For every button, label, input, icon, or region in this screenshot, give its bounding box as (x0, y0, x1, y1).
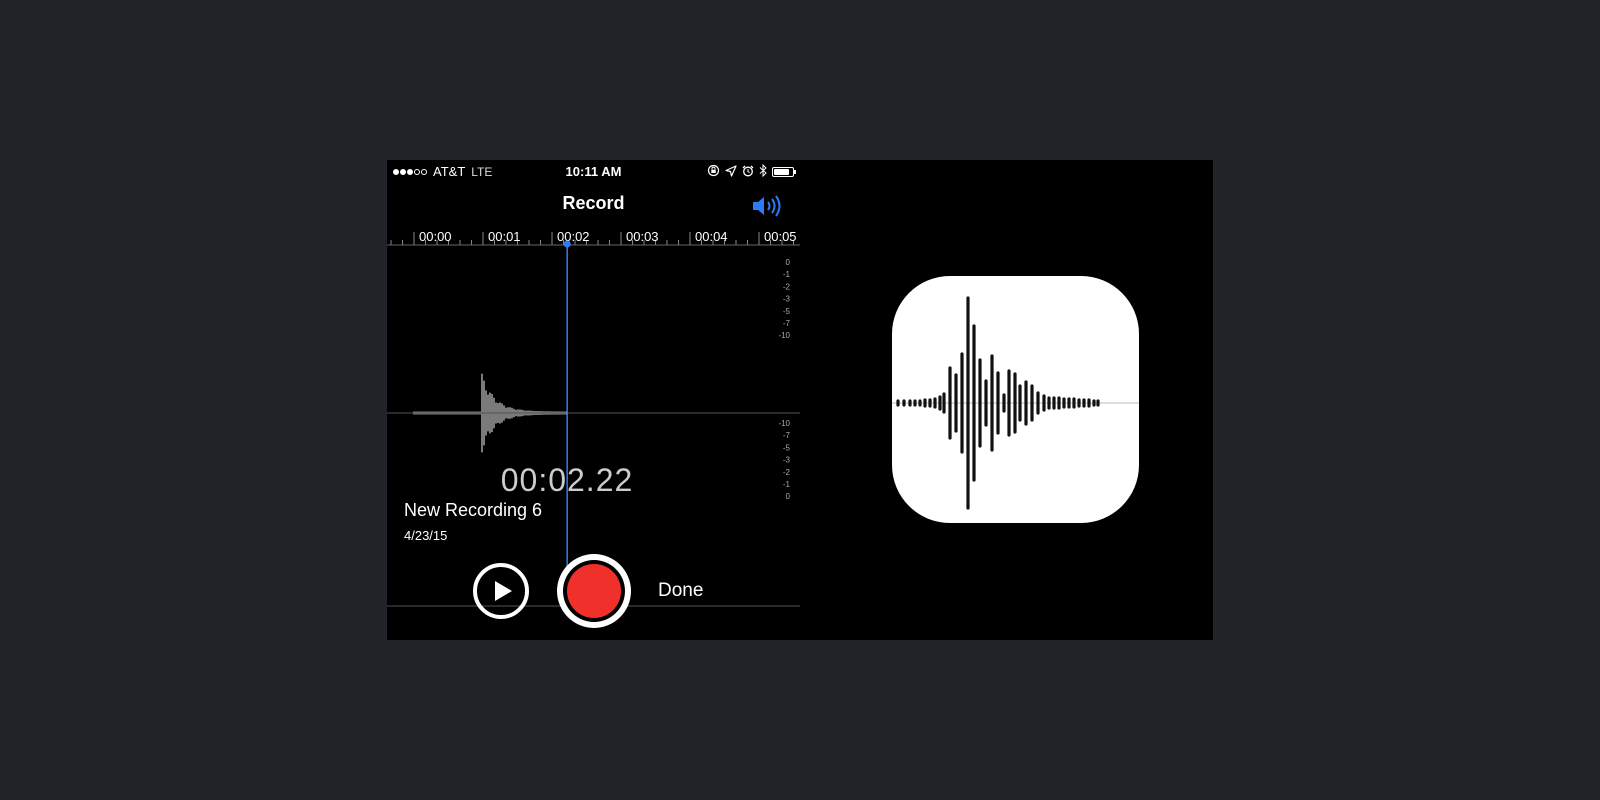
phone-screen: AT&T LTE 10:11 AM Record 00:00 00:01 00:… (387, 160, 800, 640)
tick-label: 00:03 (626, 232, 659, 244)
orientation-lock-icon (707, 164, 720, 180)
db-label: -5 (783, 443, 791, 452)
tick-label: 00:01 (488, 232, 521, 244)
tick-label: 00:04 (695, 232, 728, 244)
db-label: 0 (786, 258, 791, 267)
tick-label: 00:05 (764, 232, 797, 244)
record-button-ring (563, 560, 625, 622)
db-label: -3 (783, 456, 791, 465)
db-label: 0 (786, 492, 791, 501)
done-button[interactable]: Done (658, 580, 703, 602)
playhead-handle-top[interactable] (563, 240, 571, 248)
recording-date: 4/23/15 (404, 528, 448, 543)
db-label: -3 (783, 295, 791, 304)
alarm-icon (742, 165, 754, 180)
db-label: -7 (783, 319, 791, 328)
battery-fill (774, 169, 790, 175)
db-label: -5 (783, 307, 791, 316)
tick-label: 00:02 (557, 232, 590, 244)
play-icon (495, 581, 512, 601)
recording-name[interactable]: New Recording 6 (404, 500, 542, 521)
db-label: -1 (783, 270, 791, 279)
db-label: -10 (778, 331, 790, 340)
db-label: -2 (783, 282, 791, 291)
speaker-icon[interactable] (752, 193, 784, 219)
location-icon (725, 164, 737, 180)
screenshot-panel: AT&T LTE 10:11 AM Record 00:00 00:01 00:… (387, 160, 1213, 640)
play-button[interactable] (473, 563, 529, 619)
elapsed-time: 00:02.22 (500, 462, 634, 498)
record-button[interactable] (557, 554, 631, 628)
screen-title: Record (562, 193, 625, 213)
status-bar: AT&T LTE 10:11 AM (387, 160, 800, 184)
db-label: -2 (783, 468, 791, 477)
battery-icon (772, 167, 796, 177)
bluetooth-icon (759, 163, 767, 180)
db-label: -1 (783, 480, 791, 489)
voice-memos-app-icon (892, 276, 1139, 523)
tick-label: 00:00 (419, 232, 452, 244)
db-label: -10 (778, 419, 790, 428)
waveform-icon (892, 296, 1139, 510)
record-button-core (567, 564, 621, 618)
db-label: -7 (783, 431, 791, 440)
